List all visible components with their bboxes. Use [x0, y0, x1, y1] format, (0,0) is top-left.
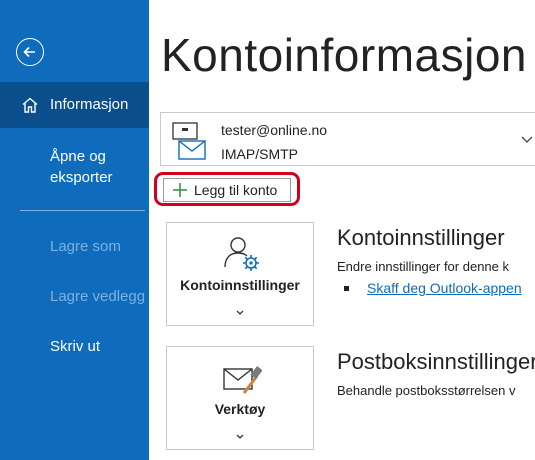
add-account-button[interactable]: Legg til konto	[163, 178, 291, 202]
plus-icon	[173, 183, 187, 197]
page-title: Kontoinformasjon	[161, 29, 527, 81]
account-settings-card[interactable]: Kontoinnstillinger	[166, 222, 314, 326]
main-content: Kontoinformasjon tester@online.no IMAP/S…	[149, 0, 535, 460]
account-mail-icon	[172, 122, 206, 160]
nav-item-save-attachments: Lagre vedlegg	[0, 288, 149, 310]
nav-item-save-attachments-label: Lagre vedlegg	[50, 288, 146, 305]
nav-item-open-export-line1: Åpne og	[50, 148, 106, 165]
account-settings-title: Kontoinnstillinger	[337, 225, 505, 250]
nav-item-save-as-label: Lagre som	[50, 238, 121, 255]
account-settings-card-label: Kontoinnstillinger	[180, 277, 300, 293]
tools-chevron	[167, 427, 313, 445]
account-type: IMAP/SMTP	[221, 146, 299, 162]
get-outlook-app-link[interactable]: Skaff deg Outlook-appen	[367, 280, 522, 296]
chevron-down-icon	[236, 310, 244, 315]
mailbox-tools-icon	[223, 366, 262, 394]
nav-item-print-label: Skriv ut	[50, 338, 101, 355]
bullet	[344, 286, 349, 291]
nav-item-print[interactable]: Skriv ut	[0, 338, 149, 360]
mailbox-settings-description: Behandle postboksstørrelsen v	[337, 383, 516, 398]
chevron-down-icon	[521, 136, 533, 143]
nav-item-open-export[interactable]: Åpne og eksporter	[0, 146, 149, 196]
nav-item-open-export-line2: eksporter	[50, 169, 113, 186]
account-settings-chevron	[167, 303, 313, 321]
account-settings-icon	[224, 237, 259, 271]
account-settings-description: Endre innstillinger for denne k	[337, 259, 509, 274]
nav-item-info[interactable]: Informasjon	[0, 82, 149, 128]
tools-card[interactable]: Verktøy	[166, 346, 314, 450]
home-icon	[22, 97, 38, 113]
sidebar-divider	[20, 210, 145, 211]
back-button[interactable]	[16, 38, 44, 66]
account-selector[interactable]: tester@online.no IMAP/SMTP	[160, 112, 535, 166]
nav-item-info-label: Informasjon	[50, 96, 129, 113]
backstage-sidebar: Informasjon Åpne og eksporter Lagre som …	[0, 0, 149, 460]
mailbox-settings-title: Postboksinnstillinger	[337, 349, 535, 374]
account-email: tester@online.no	[221, 122, 328, 138]
add-account-label: Legg til konto	[194, 182, 278, 198]
add-account-highlight: Legg til konto	[154, 172, 300, 206]
tools-card-label: Verktøy	[214, 401, 266, 417]
arrow-left-icon	[23, 46, 35, 58]
chevron-down-icon	[236, 434, 244, 439]
nav-item-save-as: Lagre som	[0, 238, 149, 260]
